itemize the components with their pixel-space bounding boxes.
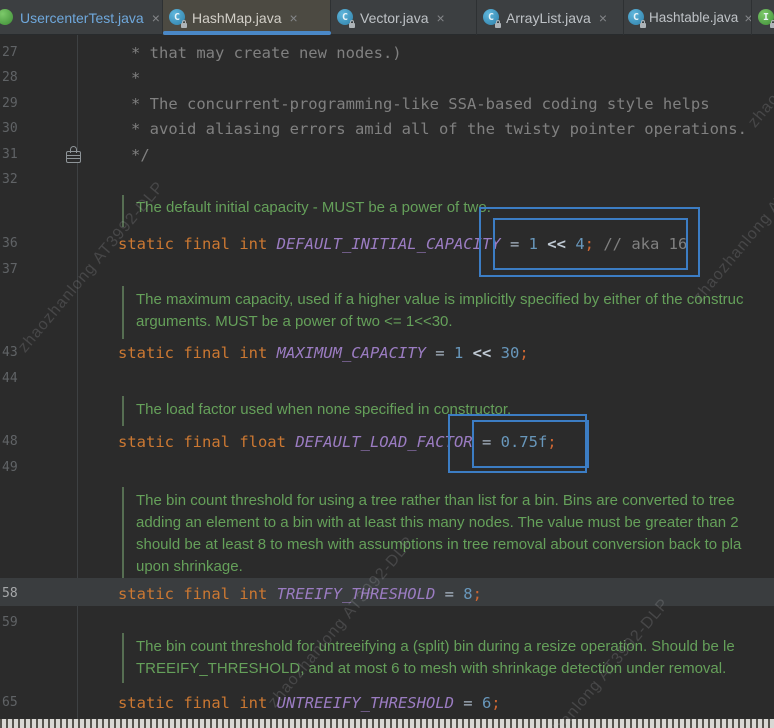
line-number[interactable]: 32: [2, 167, 42, 193]
class-icon: C: [483, 9, 501, 28]
window-edge-strip: [0, 719, 774, 728]
code-token: 8: [463, 585, 473, 603]
code-token: ;: [519, 344, 529, 362]
tab-vector-java[interactable]: C Vector.java ×: [331, 0, 477, 35]
tab-label: UsercenterTest.java: [20, 9, 144, 26]
interface-icon: I: [758, 9, 774, 28]
tab-partial-next[interactable]: I: [752, 0, 774, 35]
tab-label: Hashtable.java: [649, 10, 739, 25]
code-token: 1: [453, 344, 464, 362]
tab-label: Vector.java: [360, 9, 429, 26]
lock-badge-icon: [495, 20, 501, 28]
lock-badge-icon: [181, 20, 187, 28]
code-token: UNTREEIFY_THRESHOLD: [276, 694, 454, 712]
doc-comment-bar: [122, 396, 124, 426]
code-token: DEFAULT_INITIAL_CAPACITY: [276, 235, 501, 253]
code-token: TREEIFY_THRESHOLD: [276, 585, 436, 603]
line-number[interactable]: 43: [2, 340, 42, 366]
line-number[interactable]: 65: [2, 690, 42, 716]
line-number[interactable]: 49: [2, 455, 42, 481]
doc-comment-line[interactable]: TREEIFY_THRESHOLD, and at most 6 to mesh…: [136, 659, 726, 679]
code-line[interactable]: static final int MAXIMUM_CAPACITY = 1 <<…: [118, 340, 529, 366]
doc-comment-line[interactable]: The bin count threshold for using a tree…: [136, 491, 735, 511]
class-icon: C: [628, 9, 646, 28]
code-token: static final int: [118, 694, 277, 712]
comment-line[interactable]: * avoid aliasing errors amid all of the …: [131, 116, 747, 142]
annotation-box: [472, 420, 589, 468]
code-token: =: [453, 694, 482, 712]
tab-label: ArrayList.java: [506, 9, 591, 26]
line-number[interactable]: 31: [2, 142, 42, 168]
close-tab-icon[interactable]: ×: [437, 10, 445, 26]
line-number[interactable]: 27: [2, 40, 42, 66]
code-token: ;: [472, 585, 482, 603]
tab-hashtable-java[interactable]: C Hashtable.java ×: [624, 0, 752, 35]
code-token: =: [425, 344, 454, 362]
gutter-separator: [77, 35, 78, 719]
code-token: MAXIMUM_CAPACITY: [276, 344, 426, 362]
code-token: ;: [491, 694, 501, 712]
code-token: static final float: [118, 433, 296, 451]
comment-line[interactable]: */: [131, 142, 150, 168]
active-tab-underline: [163, 31, 331, 35]
comment-line[interactable]: * that may create new nodes.): [131, 40, 402, 66]
code-token: static final int: [118, 235, 277, 253]
tab-arraylist-java[interactable]: C ArrayList.java ×: [477, 0, 624, 35]
code-token: DEFAULT_LOAD_FACTOR: [295, 433, 473, 451]
lock-badge-icon: [349, 20, 355, 28]
close-tab-icon[interactable]: ×: [152, 10, 160, 26]
lock-badge-icon: [640, 20, 646, 28]
code-token: <<: [472, 344, 492, 362]
tab-usercentertest-java[interactable]: UsercenterTest.java ×: [0, 0, 163, 35]
doc-comment-line[interactable]: should be at least 8 to mesh with assump…: [136, 535, 741, 555]
comment-line[interactable]: * The concurrent-programming-like SSA-ba…: [131, 91, 710, 117]
annotation-box: [493, 218, 688, 270]
line-number[interactable]: 37: [2, 257, 42, 283]
doc-comment-bar: [122, 195, 124, 227]
line-number[interactable]: 58: [2, 581, 42, 607]
tab-hashmap-java[interactable]: C HashMap.java ×: [163, 0, 331, 35]
comment-line[interactable]: *: [131, 65, 140, 91]
test-class-icon: [0, 9, 14, 26]
line-number[interactable]: 59: [2, 610, 42, 636]
code-line[interactable]: static final int TREEIFY_THRESHOLD = 8;: [118, 581, 482, 607]
code-token: static final int: [118, 585, 277, 603]
doc-comment-line[interactable]: The default initial capacity - MUST be a…: [136, 198, 491, 218]
close-tab-icon[interactable]: ×: [744, 10, 751, 26]
code-token: =: [435, 585, 464, 603]
doc-comment-line[interactable]: arguments. MUST be a power of two <= 1<<…: [136, 312, 453, 332]
line-number[interactable]: 36: [2, 231, 42, 257]
line-number[interactable]: 30: [2, 116, 42, 142]
code-token: static final int: [118, 344, 277, 362]
doc-comment-line[interactable]: The maximum capacity, used if a higher v…: [136, 290, 744, 310]
doc-comment-bar: [122, 286, 124, 339]
line-number[interactable]: 28: [2, 65, 42, 91]
line-number[interactable]: 48: [2, 429, 42, 455]
code-editor[interactable]: 27 * that may create new nodes.) 28 * 29 * Th…: [0, 35, 774, 719]
close-tab-icon[interactable]: ×: [290, 10, 298, 26]
doc-comment-bar: [122, 633, 124, 683]
code-line[interactable]: static final int UNTREEIFY_THRESHOLD = 6…: [118, 690, 501, 716]
code-token: 30: [500, 344, 520, 362]
gutter-lock-icon[interactable]: [66, 146, 81, 163]
doc-comment-line[interactable]: adding an element to a bin with at least…: [136, 513, 739, 533]
doc-comment-line[interactable]: The bin count threshold for untreeifying…: [136, 637, 735, 657]
tab-label: HashMap.java: [192, 9, 282, 26]
ide-window: UsercenterTest.java × C HashMap.java × C…: [0, 0, 774, 728]
doc-comment-bar: [122, 487, 124, 579]
lock-badge-icon: [770, 20, 774, 28]
class-icon: C: [337, 9, 355, 28]
line-number[interactable]: 29: [2, 91, 42, 117]
doc-comment-line[interactable]: upon shrinkage.: [136, 557, 243, 577]
line-number[interactable]: 44: [2, 366, 42, 392]
editor-tab-bar: UsercenterTest.java × C HashMap.java × C…: [0, 0, 774, 35]
close-tab-icon[interactable]: ×: [599, 10, 607, 26]
class-icon: C: [169, 9, 187, 28]
code-token: 6: [481, 694, 492, 712]
